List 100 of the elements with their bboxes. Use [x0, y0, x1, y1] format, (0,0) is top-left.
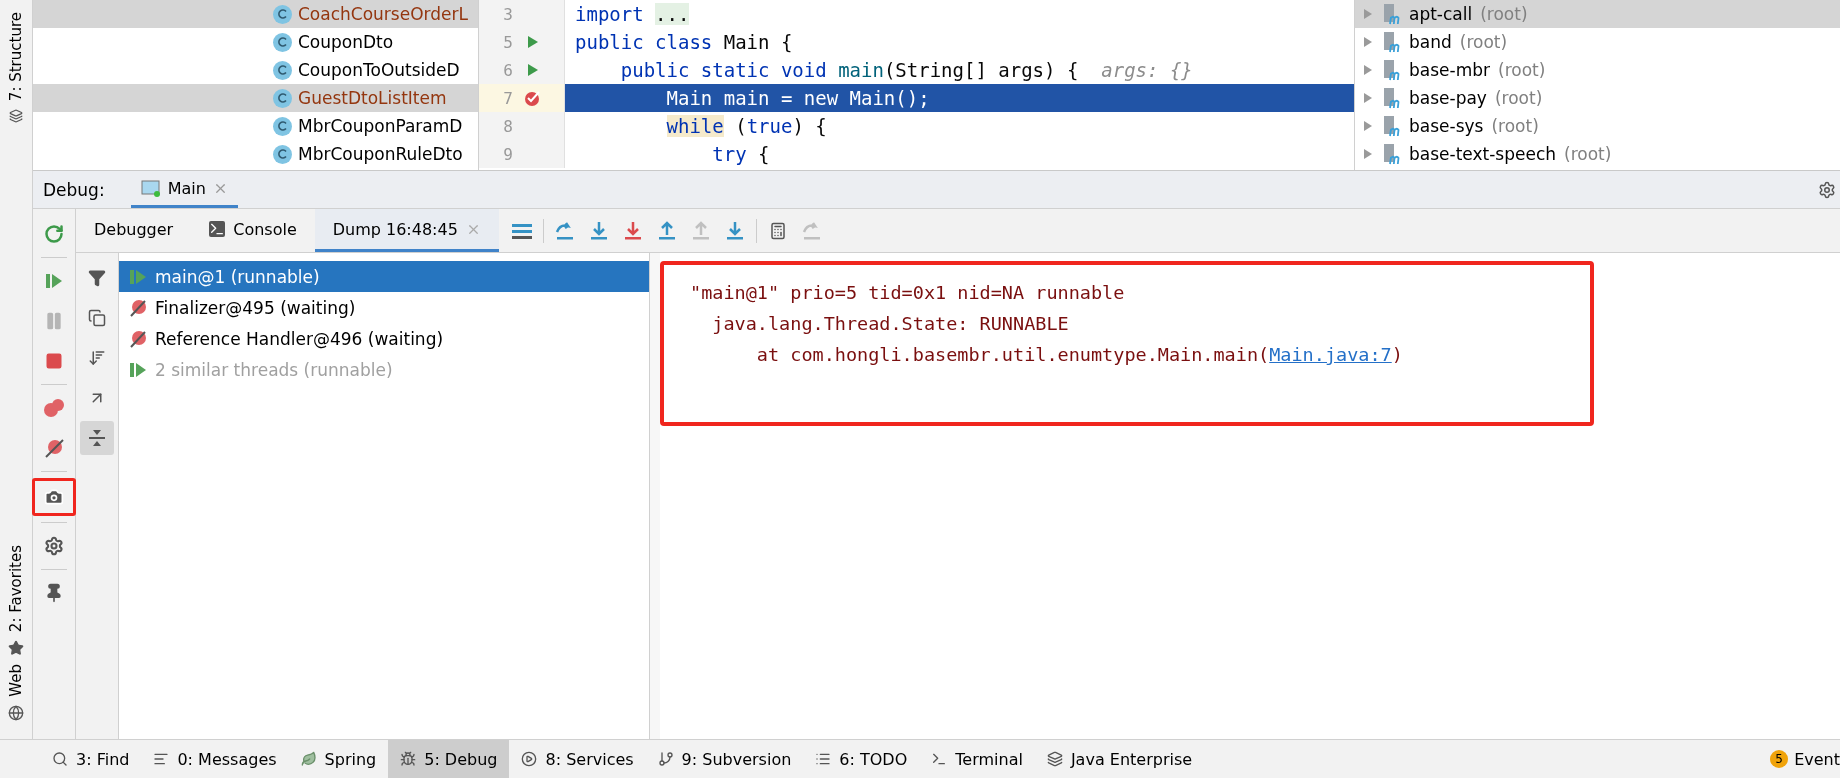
- debug-tab[interactable]: Dump 16:48:45: [314, 209, 499, 252]
- expand-arrow-icon[interactable]: [1363, 92, 1373, 104]
- favorites-tab[interactable]: 2: Favorites: [7, 545, 25, 633]
- code-line: while (true) {: [665, 114, 828, 139]
- code-line: import ...: [574, 2, 691, 27]
- line-number: 3: [502, 4, 513, 24]
- debug-tab[interactable]: Console: [191, 209, 315, 252]
- module-icon: [1381, 59, 1401, 81]
- module-name: base-pay: [1409, 88, 1487, 108]
- settings-icon: [44, 536, 64, 556]
- module-suffix: (root): [1564, 144, 1612, 164]
- structure-item[interactable]: CoachCourseOrderL: [33, 0, 478, 28]
- console-icon: [209, 221, 226, 237]
- dump-line: at com.hongli.basembr.util.enumtype.Main.main(Main.java:7): [755, 343, 1404, 367]
- expand-arrow-icon[interactable]: [1363, 36, 1373, 48]
- class-icon: [273, 4, 292, 24]
- line-number: 6: [502, 60, 513, 80]
- thread-item[interactable]: Finalizer@495 (waiting): [119, 292, 649, 323]
- line-number: 9: [502, 144, 513, 164]
- breakpoints-icon: [43, 398, 65, 418]
- class-icon: [273, 32, 292, 52]
- class-icon: [273, 116, 292, 136]
- module-name: apt-call: [1409, 4, 1473, 24]
- event-log-button[interactable]: Event: [1794, 749, 1840, 769]
- resume-icon: [45, 272, 63, 290]
- module-icon: [1381, 87, 1401, 109]
- running-thread-icon: [129, 360, 147, 379]
- rerun-icon: [44, 224, 64, 244]
- pin-icon: [44, 583, 64, 603]
- stop-icon: [45, 352, 63, 370]
- thread-item[interactable]: main@1 (runnable): [119, 261, 649, 292]
- breakpoint-icon[interactable]: [524, 89, 542, 107]
- session-tab[interactable]: Main: [130, 171, 238, 208]
- module-icon: [1381, 31, 1401, 53]
- mute-breakpoints-icon: [44, 438, 64, 458]
- module-suffix: (root): [1498, 60, 1546, 80]
- running-thread-icon: [129, 267, 147, 286]
- source-link[interactable]: Main.java:7: [1269, 344, 1392, 365]
- debug-title: Debug:: [43, 179, 105, 200]
- list-icon: [815, 751, 832, 767]
- tool-window-button[interactable]: 9: Subversion: [645, 740, 804, 778]
- expand-arrow-icon[interactable]: [1363, 120, 1373, 132]
- tool-window-button[interactable]: 0: Messages: [141, 740, 289, 778]
- collapse-button[interactable]: [80, 421, 114, 455]
- search-icon: [52, 751, 68, 767]
- tool-window-button[interactable]: Java Enterprise: [1034, 740, 1205, 778]
- module-icon: [1381, 3, 1401, 25]
- tool-window-button[interactable]: 8: Services: [509, 740, 646, 778]
- run-icon[interactable]: [527, 35, 539, 49]
- bug-icon: [400, 751, 417, 767]
- settings-icon[interactable]: [1818, 180, 1836, 199]
- module-name: base-sys: [1409, 116, 1484, 136]
- structure-tab[interactable]: 7: Structure: [7, 12, 25, 102]
- pause-icon: [44, 311, 64, 331]
- expand-arrow-icon[interactable]: [1363, 64, 1373, 76]
- structure-item[interactable]: GuestDtoListItem: [33, 84, 478, 112]
- terminal-icon: [931, 751, 948, 767]
- filter-icon: [88, 269, 106, 287]
- code-line: public static void main(String[] args) { args: {}: [619, 58, 1194, 83]
- camera-icon: [44, 487, 64, 507]
- services-icon: [521, 751, 538, 767]
- expand-arrow-icon[interactable]: [1363, 8, 1373, 20]
- module-name: base-text-speech: [1409, 144, 1557, 164]
- expand-arrow-icon[interactable]: [1363, 148, 1373, 160]
- star-icon: [8, 640, 24, 657]
- event-count-badge: 5: [1770, 750, 1789, 768]
- dump-line: "main@1" prio=5 tid=0x1 nid=NA runnable: [690, 281, 1126, 305]
- code-line: public class Main {: [574, 30, 794, 55]
- module-name: base-mbr: [1409, 60, 1490, 80]
- module-item[interactable]: apt-call (root): [1355, 0, 1840, 28]
- dump-line: java.lang.Thread.State: RUNNABLE: [711, 312, 1070, 336]
- line-number: 5: [502, 32, 513, 52]
- tool-window-button[interactable]: 6: TODO: [803, 740, 920, 778]
- tool-window-button[interactable]: Spring: [288, 740, 389, 778]
- module-suffix: (root): [1459, 32, 1508, 52]
- layers-icon: [1046, 751, 1063, 767]
- code-line: try {: [711, 142, 771, 167]
- web-tab[interactable]: Web: [7, 664, 25, 697]
- waiting-thread-icon: [129, 298, 147, 317]
- tool-window-button[interactable]: Terminal: [919, 740, 1035, 778]
- module-name: band: [1409, 32, 1452, 52]
- thread-item[interactable]: Reference Handler@496 (waiting): [119, 323, 649, 354]
- module-suffix: (root): [1491, 116, 1539, 136]
- debug-tab[interactable]: Debugger: [76, 209, 192, 252]
- globe-icon: [8, 705, 24, 721]
- branch-icon: [657, 751, 674, 767]
- structure-icon: [9, 109, 23, 124]
- collapse-icon: [88, 429, 106, 447]
- tool-window-button[interactable]: 5: Debug: [388, 740, 510, 778]
- menu-icon: [511, 221, 532, 240]
- waiting-thread-icon: [129, 329, 147, 348]
- run-icon[interactable]: [527, 63, 539, 77]
- class-icon: [273, 60, 292, 80]
- window-icon: [140, 179, 161, 197]
- calculator-icon: [768, 221, 787, 240]
- tool-window-button[interactable]: 3: Find: [40, 740, 142, 778]
- line-number: 7: [502, 88, 513, 108]
- class-icon: [273, 88, 292, 108]
- line-number: 8: [502, 116, 513, 136]
- messages-icon: [153, 751, 170, 767]
